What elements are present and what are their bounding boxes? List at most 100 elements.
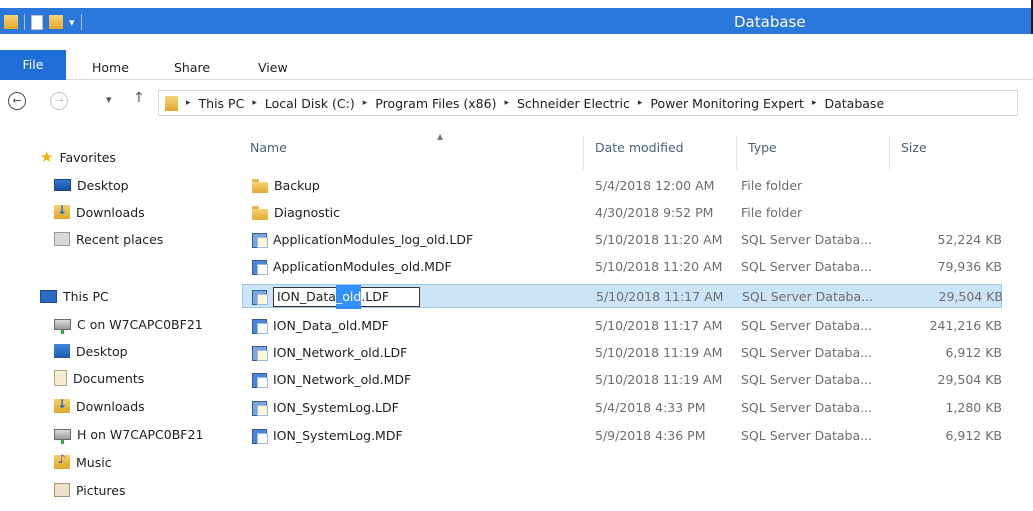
- file-name: ION_Data_old.MDF: [273, 318, 389, 333]
- rename-input[interactable]: ION_Data _old .LDF: [273, 285, 421, 309]
- file-row[interactable]: ION_Data_old.MDF 5/10/2018 11:17 AM SQL …: [232, 314, 1002, 338]
- network-drive-icon: [54, 428, 71, 444]
- nav-item-h-drive[interactable]: H on W7CAPC0BF21: [54, 423, 203, 445]
- breadcrumb-separator[interactable]: ▸: [186, 98, 191, 108]
- file-row[interactable]: ION_SystemLog.MDF 5/9/2018 4:36 PM SQL S…: [232, 424, 1002, 448]
- file-row-backup[interactable]: Backup 5/4/2018 12:00 AM File folder: [232, 174, 992, 198]
- nav-label: Recent places: [76, 231, 164, 247]
- nav-this-pc[interactable]: This PC: [40, 285, 109, 307]
- file-date: 5/10/2018 11:20 AM: [595, 259, 723, 274]
- file-date: 5/10/2018 11:19 AM: [595, 345, 723, 360]
- column-header-type[interactable]: Type: [740, 136, 890, 170]
- ldf-file-icon: [252, 289, 268, 305]
- breadcrumb-separator[interactable]: ▸: [638, 98, 643, 108]
- breadcrumb-local-disk[interactable]: Local Disk (C:): [265, 96, 355, 111]
- forward-button[interactable]: →: [50, 92, 68, 110]
- nav-item-c-drive[interactable]: C on W7CAPC0BF21: [54, 313, 203, 335]
- breadcrumb-separator[interactable]: ▸: [504, 98, 509, 108]
- new-folder-icon[interactable]: [49, 15, 63, 29]
- tab-file[interactable]: File: [0, 50, 66, 80]
- file-size: 6,912 KB: [945, 428, 1002, 443]
- file-name: ION_Network_old.MDF: [273, 372, 412, 387]
- nav-label: Desktop: [77, 177, 129, 193]
- file-date: 5/10/2018 11:17 AM: [596, 289, 724, 304]
- file-size: 29,504 KB: [937, 372, 1002, 387]
- file-type: SQL Server Databa...: [741, 345, 873, 360]
- recent-places-icon: [54, 232, 70, 246]
- rename-text: ION_Data: [277, 289, 336, 304]
- rename-text: .LDF: [361, 289, 390, 304]
- file-row[interactable]: ION_SystemLog.LDF 5/4/2018 4:33 PM SQL S…: [232, 396, 1002, 420]
- breadcrumb-separator[interactable]: ▸: [252, 98, 257, 108]
- nav-item-pictures[interactable]: Pictures: [54, 479, 126, 501]
- mdf-file-icon: [252, 428, 268, 444]
- nav-item-recent-places[interactable]: Recent places: [54, 228, 163, 250]
- mdf-file-icon: [252, 259, 268, 275]
- breadcrumb-power-monitoring-expert[interactable]: Power Monitoring Expert: [650, 96, 804, 111]
- nav-item-desktop[interactable]: Desktop: [54, 340, 128, 362]
- breadcrumb-schneider-electric[interactable]: Schneider Electric: [517, 96, 630, 111]
- file-date: 5/4/2018 4:33 PM: [595, 400, 706, 415]
- file-date: 5/4/2018 12:00 AM: [595, 178, 715, 193]
- file-size: 241,216 KB: [929, 318, 1002, 333]
- breadcrumb-separator[interactable]: ▸: [812, 98, 817, 108]
- file-row[interactable]: ApplicationModules_log_old.LDF 5/10/2018…: [232, 228, 1002, 252]
- file-date: 5/10/2018 11:20 AM: [595, 232, 723, 247]
- folder-icon: [4, 15, 18, 29]
- nav-item-documents[interactable]: Documents: [54, 367, 144, 389]
- tab-home[interactable]: Home: [92, 56, 129, 80]
- file-date: 5/10/2018 11:19 AM: [595, 372, 723, 387]
- ldf-file-icon: [252, 345, 268, 361]
- nav-item-downloads[interactable]: Downloads: [54, 201, 145, 223]
- back-button[interactable]: ←: [8, 92, 26, 110]
- file-name: ApplicationModules_old.MDF: [273, 259, 452, 274]
- tab-view[interactable]: View: [258, 56, 288, 80]
- file-list: ▲ Name Date modified Type Size Backup 5/…: [232, 128, 1033, 511]
- file-row[interactable]: ION_Network_old.LDF 5/10/2018 11:19 AM S…: [232, 341, 1002, 365]
- nav-item-desktop[interactable]: Desktop: [54, 174, 129, 196]
- file-size: 52,224 KB: [937, 232, 1002, 247]
- column-header-date-modified[interactable]: Date modified: [587, 136, 737, 170]
- documents-icon: [54, 370, 67, 386]
- breadcrumb-separator[interactable]: ▸: [363, 98, 368, 108]
- pictures-icon: [54, 483, 70, 497]
- nav-label: Downloads: [76, 204, 145, 220]
- breadcrumb-database[interactable]: Database: [824, 96, 884, 111]
- file-row-selected[interactable]: ION_Data _old .LDF 5/10/2018 11:17 AM SQL …: [242, 284, 1003, 309]
- up-button[interactable]: ↑: [133, 90, 145, 106]
- navigation-bar: ← → ▾ ↑ ▸ This PC ▸ Local Disk (C:) ▸ Pr…: [0, 80, 1033, 122]
- file-row[interactable]: ION_Network_old.MDF 5/10/2018 11:19 AM S…: [232, 368, 1002, 392]
- file-name: ApplicationModules_log_old.LDF: [273, 232, 474, 247]
- file-size: 79,936 KB: [937, 259, 1002, 274]
- properties-icon[interactable]: [31, 14, 43, 30]
- recent-locations-button[interactable]: ▾: [106, 93, 112, 106]
- column-header-name[interactable]: Name: [242, 136, 584, 170]
- file-row[interactable]: ApplicationModules_old.MDF 5/10/2018 11:…: [232, 255, 1002, 279]
- nav-label: Music: [76, 454, 112, 470]
- nav-label: Downloads: [76, 398, 145, 414]
- nav-item-music[interactable]: Music: [54, 451, 112, 473]
- nav-favorites[interactable]: ★ Favorites: [40, 146, 116, 168]
- nav-item-downloads[interactable]: Downloads: [54, 395, 145, 417]
- file-size: [872, 201, 1002, 225]
- customize-toolbar-dropdown[interactable]: ▾: [69, 16, 75, 29]
- title-bar: ▾ Database: [0, 0, 1033, 42]
- folder-icon: [252, 206, 268, 220]
- file-type: SQL Server Databa...: [742, 289, 874, 304]
- file-size: [872, 174, 1002, 198]
- nav-label: This PC: [63, 288, 109, 304]
- toolbar-divider: [80, 14, 82, 30]
- file-size: 29,504 KB: [938, 289, 1003, 304]
- file-size: 6,912 KB: [945, 345, 1002, 360]
- file-size: 1,280 KB: [945, 400, 1002, 415]
- breadcrumb-this-pc[interactable]: This PC: [199, 96, 245, 111]
- file-type: SQL Server Databa...: [741, 372, 873, 387]
- star-icon: ★: [40, 147, 54, 166]
- tab-share[interactable]: Share: [174, 56, 210, 80]
- file-type: SQL Server Databa...: [741, 259, 873, 274]
- breadcrumb-program-files[interactable]: Program Files (x86): [375, 96, 496, 111]
- window-title: Database: [734, 13, 806, 31]
- file-row-diagnostic[interactable]: Diagnostic 4/30/2018 9:52 PM File folder: [232, 201, 992, 225]
- column-header-size[interactable]: Size: [893, 136, 1003, 170]
- address-bar[interactable]: ▸ This PC ▸ Local Disk (C:) ▸ Program Fi…: [158, 90, 1018, 116]
